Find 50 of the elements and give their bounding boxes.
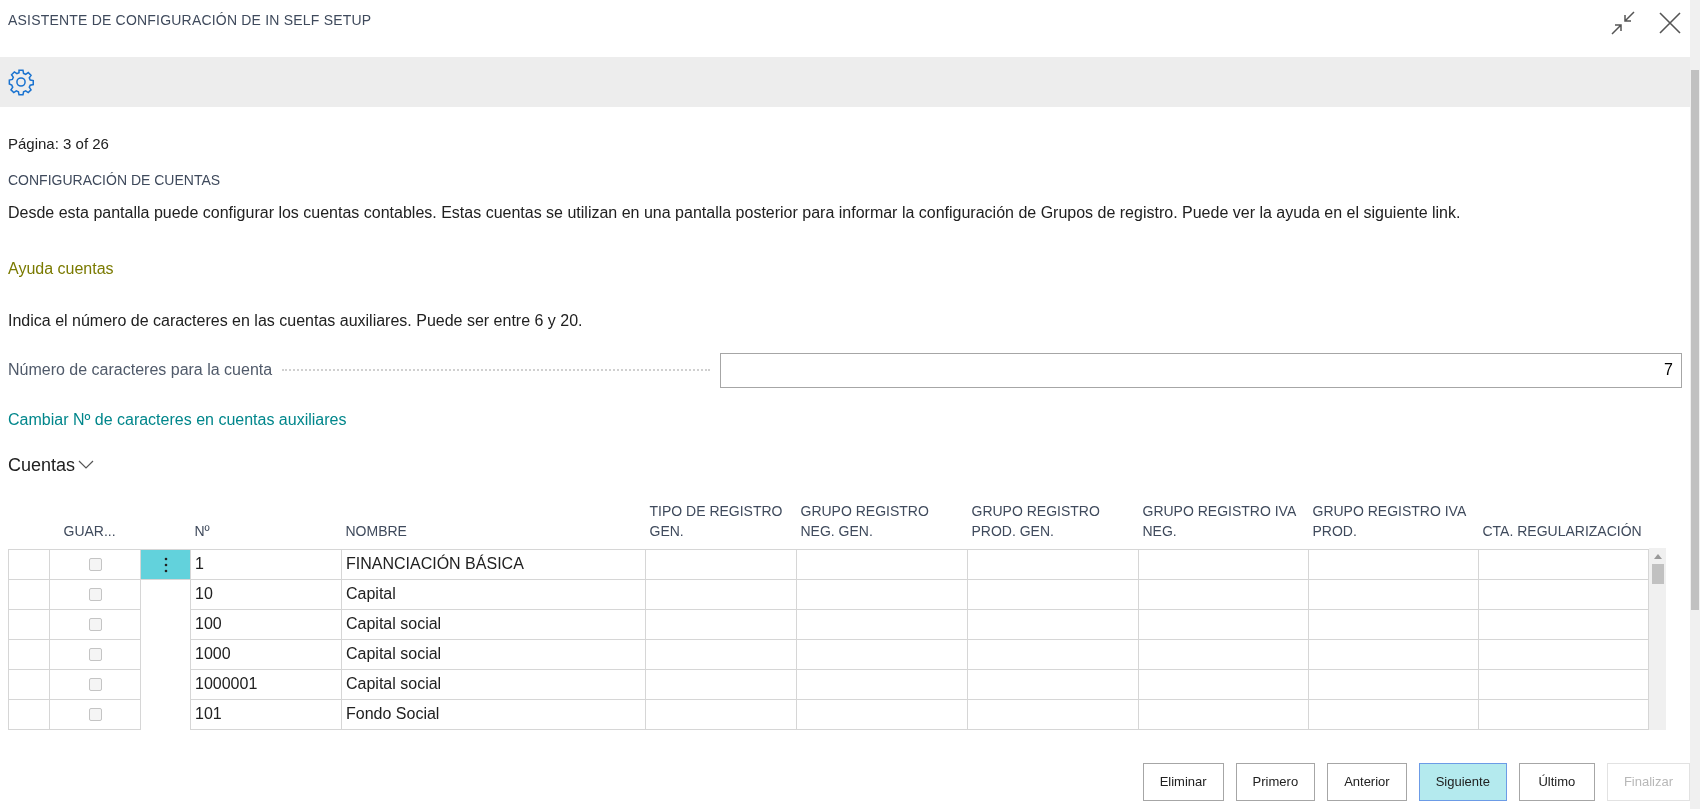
scrollbar[interactable]	[1649, 547, 1666, 730]
table-cell: FINANCIACIÓN BÁSICA	[341, 549, 646, 579]
column-header[interactable]: GUAR...	[63, 520, 135, 541]
scroll-thumb[interactable]	[1691, 70, 1699, 610]
footer-button[interactable]: Anterior	[1327, 763, 1407, 801]
table-cell: 100	[190, 609, 342, 639]
footer-button[interactable]: Último	[1518, 763, 1595, 801]
group-header[interactable]: Cuentas	[8, 451, 95, 479]
table-cell: 1000001	[190, 669, 342, 699]
checkbox[interactable]	[88, 558, 102, 572]
checkbox[interactable]	[88, 678, 102, 692]
column-header[interactable]: Nº	[194, 520, 336, 541]
table-cell: 1000	[190, 639, 342, 669]
column-header[interactable]: GRUPO REGISTRO IVA PROD.	[1312, 500, 1473, 541]
footer-button[interactable]: Siguiente	[1418, 763, 1507, 801]
footer-button[interactable]: Primero	[1235, 763, 1316, 801]
checkbox[interactable]	[88, 618, 102, 632]
table-cell: 101	[190, 699, 342, 729]
column-header[interactable]: GRUPO REGISTRO IVA NEG.	[1142, 500, 1303, 541]
table-cell: Capital social	[341, 639, 646, 669]
input-field[interactable]: 7	[720, 352, 1682, 388]
checkbox[interactable]	[88, 588, 102, 602]
scrollbar[interactable]	[1690, 0, 1700, 809]
column-header[interactable]: NOMBRE	[345, 520, 640, 541]
scroll-thumb[interactable]	[1651, 563, 1664, 584]
section-title: CONFIGURACIÓN DE CUENTAS	[8, 170, 222, 190]
table-cell: Capital	[341, 579, 646, 609]
description: Desde esta pantalla puede configurar los cuentas contables. Estas cuentas se utilizan en una pantalla posterior para informar la configuración de Grupos de registro. Puede ver la ayuda en el siguiente link.	[8, 202, 1462, 223]
close-icon[interactable]	[1658, 10, 1682, 36]
row-menu-icon[interactable]	[140, 549, 191, 579]
column-header[interactable]: GRUPO REGISTRO NEG. GEN.	[800, 500, 962, 541]
window-title: ASISTENTE DE CONFIGURACIÓN DE IN SELF SETUP	[8, 11, 372, 30]
settings-icon[interactable]	[7, 68, 35, 96]
column-header[interactable]: CTA. REGULARIZACIÓN	[1482, 520, 1643, 541]
column-header[interactable]: GRUPO REGISTRO PROD. GEN.	[971, 500, 1133, 541]
checkbox[interactable]	[88, 708, 102, 722]
field-label: Número de caracteres para la cuenta	[8, 360, 273, 380]
table-cell: 1	[190, 549, 342, 579]
page-indicator: Página: 3 of 26	[8, 134, 110, 154]
table-cell: Capital social	[341, 669, 646, 699]
footer-button[interactable]: Eliminar	[1142, 763, 1224, 801]
collapse-icon[interactable]	[1610, 10, 1636, 36]
table-cell: Capital social	[341, 609, 646, 639]
instruction: Indica el número de caracteres en las cuentas auxiliares. Puede ser entre 6 y 20.	[8, 310, 584, 331]
help-link[interactable]: Ayuda cuentas	[8, 256, 114, 281]
column-header[interactable]: TIPO DE REGISTRO GEN.	[649, 500, 791, 541]
checkbox[interactable]	[88, 648, 102, 662]
table-cell: Fondo Social	[341, 699, 646, 729]
action-link[interactable]: Cambiar Nº de caracteres en cuentas auxiliares	[8, 407, 347, 432]
table-cell: 10	[190, 579, 342, 609]
